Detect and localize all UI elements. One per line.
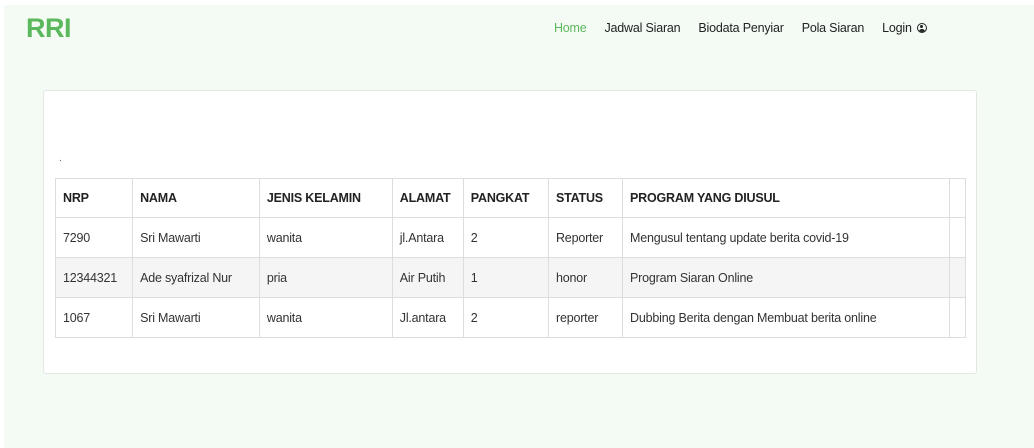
table-header-row: NRP NAMA JENIS KELAMIN ALAMAT PANGKAT ST… [54,178,967,218]
cell-program: Mengusul tentang update berita covid-19 [622,217,950,258]
table-row: 7290 Sri Mawarti wanita jl.Antara 2 Repo… [54,217,967,258]
page: RRI Home Jadwal Siaran Biodata Penyiar P… [0,0,1034,448]
nav-menu: Home Jadwal Siaran Biodata Penyiar Pola … [545,21,936,35]
cell-nama: Sri Mawarti [132,297,260,338]
nav-home[interactable]: Home [545,21,596,35]
cell-jenis-kelamin: wanita [258,297,393,338]
cell-program: Program Siaran Online [622,257,950,298]
cell-jenis-kelamin: pria [258,257,393,298]
cell-status: Reporter [547,217,624,258]
card-mark: . [59,153,62,164]
cell-pangkat: 2 [462,217,549,258]
cell-extra [948,217,967,258]
table-row: 12344321 Ade syafrizal Nur pria Air Puti… [54,257,967,298]
cell-alamat: jl.Antara [391,217,464,258]
cell-jenis-kelamin: wanita [258,217,393,258]
user-circle-icon [917,23,927,33]
nav-biodata-penyiar[interactable]: Biodata Penyiar [689,21,792,35]
cell-nama: Sri Mawarti [132,217,260,258]
cell-status: honor [547,257,624,298]
nav-jadwal-siaran[interactable]: Jadwal Siaran [596,21,690,35]
cell-alamat: Air Putih [391,257,464,298]
col-header-status[interactable]: STATUS [547,178,624,218]
cell-extra [948,297,967,338]
content-card: . NRP NAMA JENIS KELAMIN ALAMAT PANGKAT [43,90,977,374]
cell-status: reporter [547,297,624,338]
col-header-program[interactable]: PROGRAM YANG DIUSUL [622,178,950,218]
cell-extra [948,257,967,298]
col-header-alamat[interactable]: ALAMAT [391,178,464,218]
col-header-pangkat[interactable]: PANGKAT [462,178,549,218]
nav-login[interactable]: Login [873,21,936,35]
cell-pangkat: 2 [462,297,549,338]
nav-pola-siaran[interactable]: Pola Siaran [793,21,873,35]
cell-alamat: Jl.antara [391,297,464,338]
col-header-jenis-kelamin[interactable]: JENIS KELAMIN [258,178,393,218]
cell-nama: Ade syafrizal Nur [132,257,260,298]
penyiar-table: NRP NAMA JENIS KELAMIN ALAMAT PANGKAT ST… [54,178,967,338]
cell-pangkat: 1 [462,257,549,298]
col-header-nama[interactable]: NAMA [132,178,260,218]
brand-logo[interactable]: RRI [26,13,72,44]
nav-login-label: Login [882,21,912,35]
navbar: RRI Home Jadwal Siaran Biodata Penyiar P… [4,5,1034,71]
cell-nrp: 1067 [54,297,134,338]
col-header-nrp[interactable]: NRP [54,178,134,218]
table-row: 1067 Sri Mawarti wanita Jl.antara 2 repo… [54,297,967,338]
cell-nrp: 12344321 [54,257,134,298]
cell-nrp: 7290 [54,217,134,258]
cell-program: Dubbing Berita dengan Membuat berita onl… [622,297,950,338]
col-header-extra [948,178,967,218]
